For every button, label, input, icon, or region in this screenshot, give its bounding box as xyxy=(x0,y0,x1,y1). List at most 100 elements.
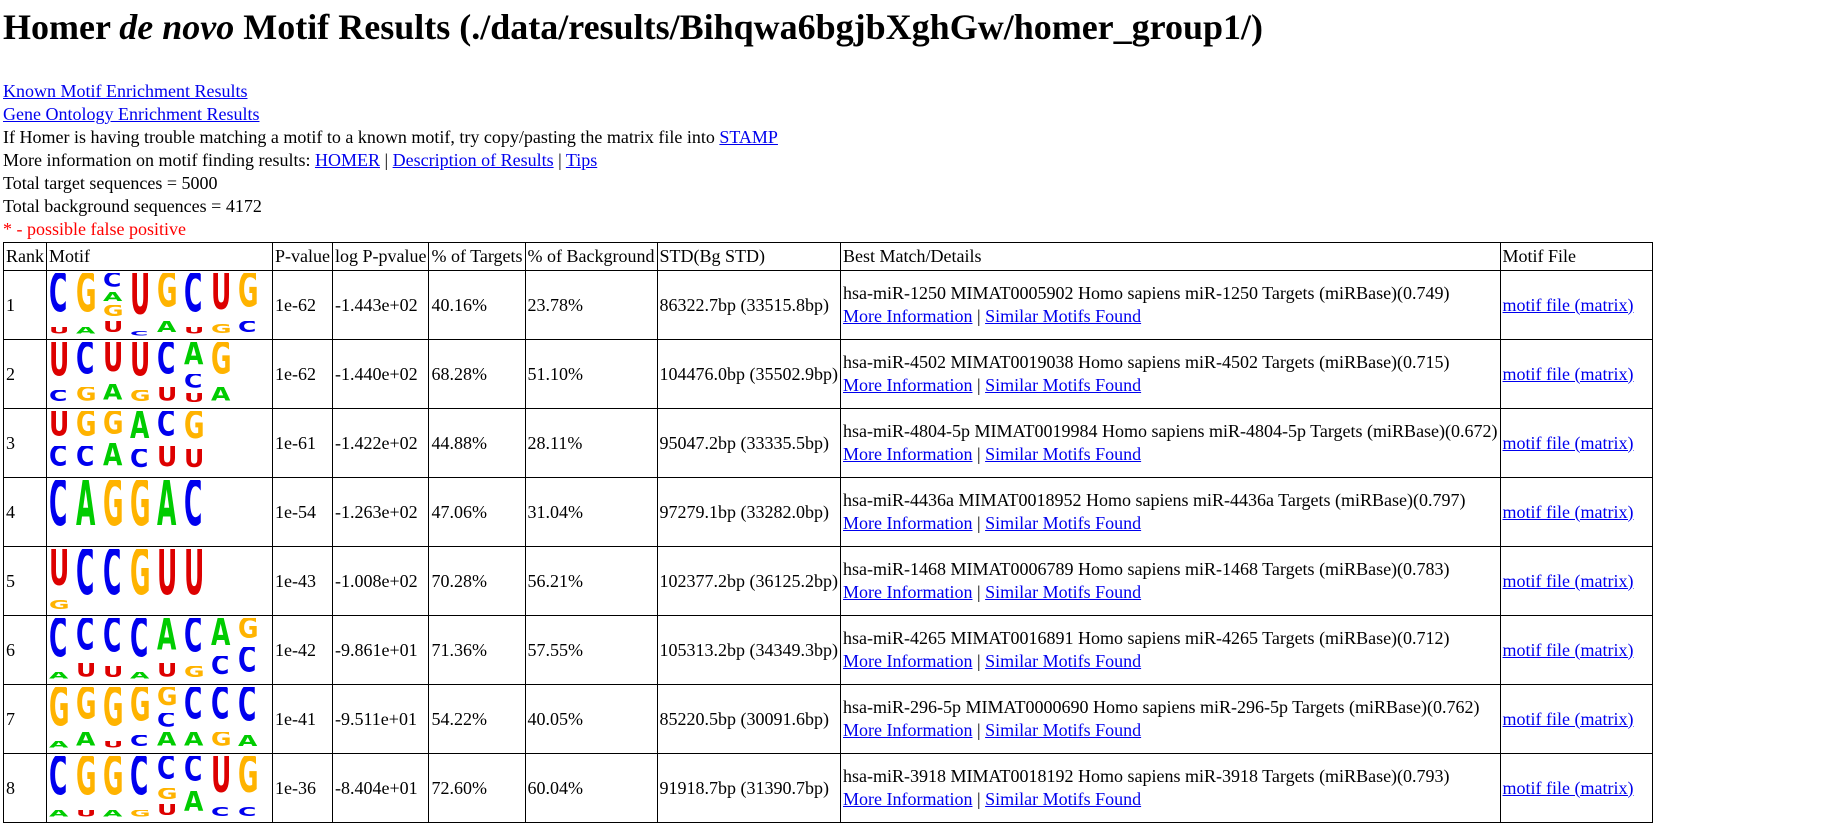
more-information-link[interactable]: More Information xyxy=(843,306,972,326)
more-information-link[interactable]: More Information xyxy=(843,720,972,740)
logo-letter-a: A xyxy=(76,480,96,541)
header-motif: Motif xyxy=(46,242,273,271)
similar-motifs-link[interactable]: Similar Motifs Found xyxy=(985,720,1141,740)
logo-letter-a: A xyxy=(184,731,204,751)
homer-link[interactable]: HOMER xyxy=(315,150,380,170)
logo-letter-c: C xyxy=(130,618,149,670)
detail-links: More Information | Similar Motifs Found xyxy=(843,720,1142,740)
detail-links: More Information | Similar Motifs Found xyxy=(843,375,1142,395)
background-cell: 60.04% xyxy=(524,753,658,823)
logo-letter-a: A xyxy=(238,735,258,751)
logo-letter-a: A xyxy=(103,443,123,474)
header-rank: Rank xyxy=(3,242,47,271)
logo-letter-c: C xyxy=(211,687,230,730)
logo-letter-c: C xyxy=(103,549,122,610)
gene-ontology-link[interactable]: Gene Ontology Enrichment Results xyxy=(3,104,259,124)
similar-motifs-link[interactable]: Similar Motifs Found xyxy=(985,444,1141,464)
logo-letter-g: G xyxy=(157,273,178,319)
targets-cell: 68.28% xyxy=(428,339,526,409)
motif-file-link[interactable]: motif file (matrix) xyxy=(1503,709,1634,729)
motif-file-link[interactable]: motif file (matrix) xyxy=(1503,502,1634,522)
logo-letter-u: U xyxy=(49,549,70,598)
motif-file-link[interactable]: motif file (matrix) xyxy=(1503,364,1634,384)
logo-position: A xyxy=(76,480,103,544)
logo-letter-u: U xyxy=(76,662,97,682)
logo-position: CG xyxy=(76,342,103,406)
logo-letter-u: U xyxy=(157,804,178,820)
rank-cell: 5 xyxy=(3,546,47,616)
logo-position: GC xyxy=(76,411,103,475)
logo-letter-u: U xyxy=(130,273,151,328)
more-information-link[interactable]: More Information xyxy=(843,651,972,671)
logo-letter-u: U xyxy=(49,327,70,337)
motif-logo-cell: CAGGAC xyxy=(46,477,273,547)
pvalue-cell: 1e-41 xyxy=(272,684,333,754)
logo-letter-c: C xyxy=(49,446,68,474)
pvalue-cell: 1e-62 xyxy=(272,270,333,340)
logo-letter-u: U xyxy=(157,549,178,610)
logo-position: GA xyxy=(76,687,103,751)
logo-letter-a: A xyxy=(157,480,177,541)
logo-letter-c: C xyxy=(184,374,203,393)
summary-section: Known Motif Enrichment Results Gene Onto… xyxy=(3,80,1834,241)
similar-motifs-link[interactable]: Similar Motifs Found xyxy=(985,651,1141,671)
motif-file-link[interactable]: motif file (matrix) xyxy=(1503,640,1634,660)
similar-motifs-link[interactable]: Similar Motifs Found xyxy=(985,306,1141,326)
more-information-link[interactable]: More Information xyxy=(843,789,972,809)
motif-file-link[interactable]: motif file (matrix) xyxy=(1503,778,1634,798)
known-motif-link[interactable]: Known Motif Enrichment Results xyxy=(3,81,247,101)
background-cell: 23.78% xyxy=(524,270,658,340)
logo-letter-u: U xyxy=(103,741,124,751)
logo-letter-g: G xyxy=(130,549,151,610)
rank-cell: 2 xyxy=(3,339,47,409)
logo-letter-g: G xyxy=(76,687,97,730)
motif-logo-cell: UGCCGUU xyxy=(46,546,273,616)
motif-file-link[interactable]: motif file (matrix) xyxy=(1503,571,1634,591)
logo-letter-c: C xyxy=(184,273,203,325)
logo-letter-c: C xyxy=(157,411,176,445)
similar-motifs-link[interactable]: Similar Motifs Found xyxy=(985,789,1141,809)
logo-position: AU xyxy=(157,618,184,682)
motif-logo-cell: UCGCGAACCUGU xyxy=(46,408,273,478)
logo-position: GCA xyxy=(157,687,184,751)
header-pvalue: P-value xyxy=(272,242,333,271)
similar-motifs-link[interactable]: Similar Motifs Found xyxy=(985,375,1141,395)
logo-letter-a: A xyxy=(184,791,204,819)
motif-file-link[interactable]: motif file (matrix) xyxy=(1503,295,1634,315)
logo-letter-a: A xyxy=(130,672,150,682)
more-information-link[interactable]: More Information xyxy=(843,513,972,533)
logo-letter-g: G xyxy=(49,600,70,613)
logo-letter-c: C xyxy=(49,390,68,406)
more-information-link[interactable]: More Information xyxy=(843,444,972,464)
logo-letter-c: C xyxy=(238,321,257,337)
targets-cell: 47.06% xyxy=(428,477,526,547)
motif-file-link[interactable]: motif file (matrix) xyxy=(1503,433,1634,453)
more-information-link[interactable]: More Information xyxy=(843,375,972,395)
table-row: 7 G A G A G U G C G C A C A C G C A 1e-41 -9.511e+01 54.22% 4… xyxy=(3,684,1653,754)
logo-letter-c: C xyxy=(184,687,203,730)
logo-position: CA xyxy=(49,618,76,682)
logo-letter-a: A xyxy=(103,292,123,305)
similar-motifs-link[interactable]: Similar Motifs Found xyxy=(985,513,1141,533)
stamp-link[interactable]: STAMP xyxy=(719,127,778,147)
motif-logo-cell: CAGUGACGCGUCAUCGC xyxy=(46,753,273,823)
description-link[interactable]: Description of Results xyxy=(393,150,554,170)
motif-logo: CAGUGACGCGUCAUCGC xyxy=(49,756,270,820)
logo-position: C xyxy=(76,549,103,613)
motif-logo: GAGAGUGCGCACACGCA xyxy=(49,687,270,751)
logo-position: GC xyxy=(238,618,265,682)
logo-letter-c: C xyxy=(76,446,95,474)
background-count: Total background sequences = 4172 xyxy=(3,196,262,216)
tips-link[interactable]: Tips xyxy=(566,150,597,170)
logo-position: GA xyxy=(49,687,76,751)
more-information-link[interactable]: More Information xyxy=(843,582,972,602)
motif-table: Rank Motif P-value log P-pvalue % of Tar… xyxy=(3,242,1653,823)
logo-letter-c: C xyxy=(238,687,257,733)
best-match-text: hsa-miR-4502 MIMAT0019038 Homo sapiens m… xyxy=(843,352,1450,372)
best-match-cell: hsa-miR-3918 MIMAT0018192 Homo sapiens m… xyxy=(840,753,1501,823)
logo-letter-g: G xyxy=(238,273,259,319)
similar-motifs-link[interactable]: Similar Motifs Found xyxy=(985,582,1141,602)
logo-letter-c: C xyxy=(130,735,149,751)
logo-letter-c: C xyxy=(130,330,149,337)
std-cell: 102377.2bp (36125.2bp) xyxy=(656,546,842,616)
